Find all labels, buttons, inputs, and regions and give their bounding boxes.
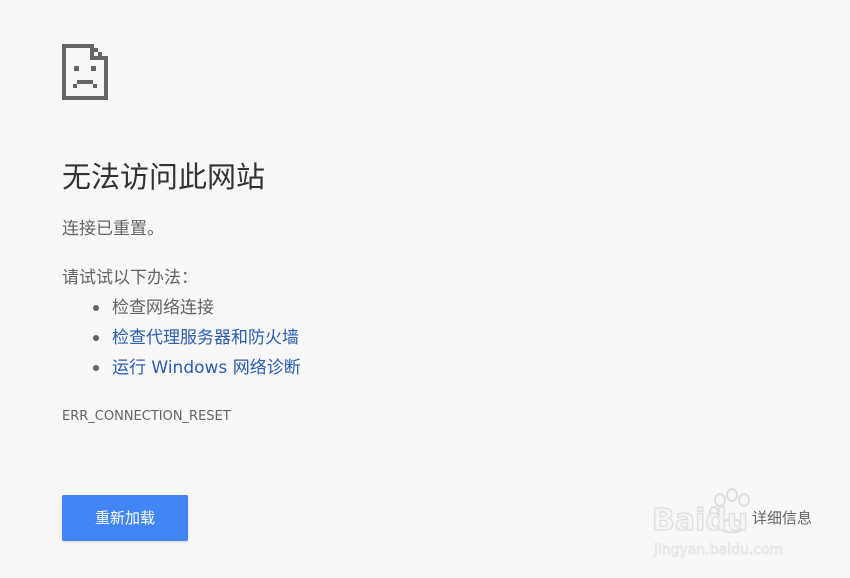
suggestion-check-network: 检查网络连接 bbox=[62, 293, 301, 323]
error-code: ERR_CONNECTION_RESET bbox=[62, 409, 231, 424]
check-proxy-link[interactable]: 检查代理服务器和防火墙 bbox=[112, 328, 299, 348]
page-title: 无法访问此网站 bbox=[62, 160, 266, 194]
bullet-icon bbox=[93, 335, 99, 341]
suggestion-check-proxy: 检查代理服务器和防火墙 bbox=[62, 323, 301, 353]
error-message: 连接已重置。 bbox=[62, 219, 164, 239]
bullet-icon bbox=[93, 365, 99, 371]
reload-button[interactable]: 重新加载 bbox=[62, 495, 188, 541]
details-button[interactable]: 详细信息 bbox=[752, 507, 812, 529]
run-diagnostics-link[interactable]: 运行 Windows 网络诊断 bbox=[112, 358, 301, 378]
suggestions-heading: 请试试以下办法： bbox=[62, 268, 198, 288]
suggestion-run-diagnostics: 运行 Windows 网络诊断 bbox=[62, 353, 301, 383]
watermark-subtext: jingyan.baidu.com bbox=[653, 542, 783, 558]
watermark-text: Baidu bbox=[652, 503, 748, 538]
suggestions-list: 检查网络连接 检查代理服务器和防火墙 运行 Windows 网络诊断 bbox=[62, 293, 301, 383]
sad-page-icon bbox=[62, 44, 108, 100]
error-page: 无法访问此网站 连接已重置。 请试试以下办法： 检查网络连接 检查代理服务器和防… bbox=[0, 0, 850, 578]
suggestion-label: 检查网络连接 bbox=[112, 298, 214, 318]
bullet-icon bbox=[93, 305, 99, 311]
